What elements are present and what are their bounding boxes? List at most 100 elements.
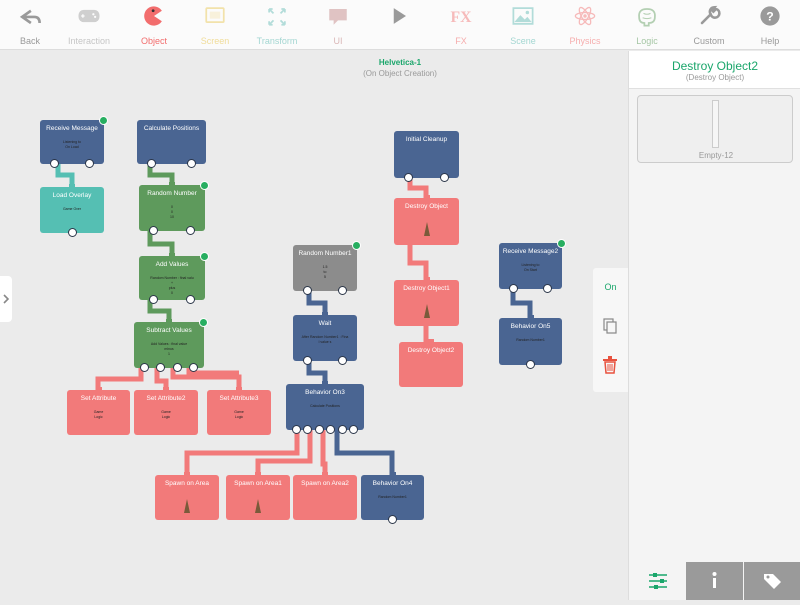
duplicate-icon[interactable] — [603, 318, 617, 334]
toolbar-interaction-button[interactable]: Interaction — [60, 0, 118, 50]
output-port[interactable] — [338, 356, 347, 365]
output-port[interactable] — [149, 226, 158, 235]
node-spawn-on-area[interactable]: Spawn on Area — [155, 472, 219, 520]
play-icon — [393, 8, 406, 24]
inspector-tab-sliders[interactable] — [629, 562, 686, 600]
toolbar-label: Custom — [693, 36, 725, 46]
node-random-number[interactable]: Random Number 0 0 10 — [139, 181, 209, 235]
output-port[interactable] — [140, 363, 149, 372]
toolbar-play-button[interactable] — [370, 0, 428, 50]
output-port[interactable] — [314, 425, 324, 434]
node-receive-message2[interactable]: Receive Message2 Listening to On Start — [499, 239, 566, 293]
node-title: Add Values — [155, 261, 189, 268]
node-outputs — [293, 286, 357, 295]
output-port[interactable] — [189, 363, 198, 372]
output-port[interactable] — [337, 425, 347, 434]
output-port[interactable] — [147, 159, 156, 168]
toolbar-fx-button[interactable]: FX FX — [432, 0, 490, 50]
output-port[interactable] — [187, 159, 196, 168]
node-outputs — [361, 515, 424, 524]
output-port[interactable] — [509, 284, 518, 293]
node-behavior-on5[interactable]: Behavior On5 Random Number1 — [499, 315, 562, 369]
node-behavior-on3[interactable]: Behavior On3 Calculate Positions — [286, 381, 364, 434]
node-canvas[interactable]: Helvetica-1 (On Object Creation) Receive… — [0, 51, 628, 600]
on-toggle-button[interactable]: On — [593, 282, 628, 292]
toolbar-back-button[interactable]: Back — [1, 0, 59, 50]
node-destroy-object1[interactable]: Destroy Object1 — [394, 277, 459, 326]
node-set-attribute[interactable]: Set Attribute Game Logic — [67, 387, 130, 435]
toolbar-help-button[interactable]: ? Help — [741, 0, 799, 50]
node-title: Random Number1 — [298, 250, 352, 257]
output-port[interactable] — [404, 173, 413, 182]
node-set-attribute2[interactable]: Set Attribute2 Game Logic — [134, 387, 198, 435]
toolbar-physics-button[interactable]: Physics — [556, 0, 614, 50]
active-badge — [352, 241, 361, 250]
node-wait[interactable]: Wait After Random Number1 : Fina l value … — [293, 312, 357, 365]
expand-sidebar-button[interactable] — [0, 276, 12, 322]
node-set-attribute3[interactable]: Set Attribute3 Game Logic — [207, 387, 271, 435]
output-port[interactable] — [156, 363, 166, 372]
node-initial-cleanup[interactable]: Initial Cleanup — [394, 131, 459, 182]
output-port[interactable] — [338, 286, 347, 295]
output-port[interactable] — [186, 295, 195, 304]
output-port[interactable] — [526, 360, 535, 369]
node-random-number1[interactable]: Random Number1 1.5 to 5 — [293, 241, 361, 295]
node-spawn-on-area2[interactable]: Spawn on Area2 — [293, 472, 357, 520]
node-subtract-values[interactable]: Subtract Values Add Values : final value … — [134, 318, 208, 372]
output-port[interactable] — [388, 515, 397, 524]
object-preview[interactable]: Empty-12 — [637, 95, 793, 163]
node-detail: Random Number1 — [378, 495, 407, 499]
tags-icon — [763, 574, 781, 589]
output-port[interactable] — [50, 159, 59, 168]
active-badge — [557, 239, 566, 248]
toolbar-transform-button[interactable]: Transform — [248, 0, 306, 50]
inspector-tab-info[interactable] — [686, 562, 744, 600]
toolbar-logic-button[interactable]: Logic — [618, 0, 676, 50]
toolbar-label: Physics — [569, 36, 601, 46]
toolbar-ui-button[interactable]: UI — [309, 0, 367, 50]
node-destroy-object[interactable]: Destroy Object — [394, 195, 459, 245]
node-destroy-object2[interactable]: Destroy Object2 — [399, 339, 463, 387]
output-port[interactable] — [349, 425, 358, 434]
node-title: Receive Message — [46, 125, 98, 132]
node-add-values[interactable]: Add Values Random Number : final valu + p… — [139, 252, 209, 304]
node-outputs — [40, 228, 104, 237]
node-detail: 1.5 to 5 — [322, 265, 328, 279]
node-calculate-positions[interactable]: Calculate Positions — [137, 120, 206, 168]
node-title: Load Overlay — [52, 192, 92, 199]
node-receive-message[interactable]: Receive Message Listening to On Load — [40, 116, 108, 168]
toolbar-screen-button[interactable]: Screen — [186, 0, 244, 50]
connection-wire — [407, 245, 429, 280]
fx-icon: FX — [451, 9, 473, 26]
trash-icon[interactable] — [602, 356, 618, 374]
output-port[interactable] — [292, 425, 301, 434]
output-port[interactable] — [149, 295, 158, 304]
node-title: Destroy Object — [405, 203, 448, 210]
spawn-marker-icon — [255, 499, 261, 513]
output-port[interactable] — [543, 284, 552, 293]
output-port[interactable] — [303, 356, 312, 365]
toolbar-scene-button[interactable]: Scene — [494, 0, 552, 50]
node-title: Destroy Object2 — [407, 347, 455, 354]
node-outputs — [137, 159, 206, 168]
output-port[interactable] — [85, 159, 94, 168]
back-arrow-icon — [19, 9, 41, 25]
output-port[interactable] — [440, 173, 449, 182]
active-badge — [200, 181, 209, 190]
toolbar-label: Screen — [200, 36, 230, 46]
output-port[interactable] — [303, 425, 313, 434]
node-load-overlay[interactable]: Load Overlay Game Over — [40, 184, 104, 237]
output-port[interactable] — [172, 363, 182, 372]
toolbar-custom-button[interactable]: Custom — [680, 0, 738, 50]
toolbar-label: Logic — [636, 36, 658, 46]
output-port[interactable] — [67, 228, 77, 237]
output-port[interactable] — [186, 226, 195, 235]
node-behavior-on4[interactable]: Behavior On4 Random Number1 — [361, 472, 424, 524]
node-outputs — [499, 284, 562, 293]
node-detail: Listening to On Load — [63, 140, 81, 149]
output-port[interactable] — [303, 286, 312, 295]
inspector-tab-tags[interactable] — [743, 562, 800, 600]
output-port[interactable] — [326, 425, 336, 434]
toolbar-object-button[interactable]: Object — [125, 0, 183, 50]
node-spawn-on-area1[interactable]: Spawn on Area1 — [226, 472, 290, 520]
